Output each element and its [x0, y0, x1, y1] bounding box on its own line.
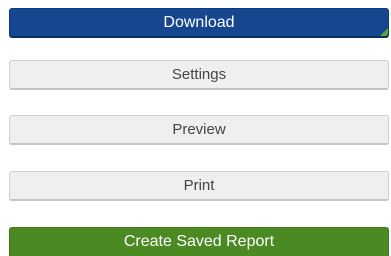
report-actions-panel: Download Settings Preview Print Create S… [0, 0, 391, 256]
download-button-label: Download [163, 13, 235, 31]
download-button[interactable]: Download [9, 8, 389, 38]
preview-button[interactable]: Preview [9, 115, 389, 145]
print-button[interactable]: Print [9, 171, 389, 201]
settings-button-label: Settings [171, 66, 227, 83]
settings-button[interactable]: Settings [9, 60, 389, 90]
corner-accent [380, 28, 388, 36]
preview-button-label: Preview [172, 121, 226, 138]
create-saved-report-button[interactable]: Create Saved Report [9, 227, 389, 256]
print-button-label: Print [183, 177, 215, 194]
create-saved-report-button-label: Create Saved Report [123, 233, 275, 250]
